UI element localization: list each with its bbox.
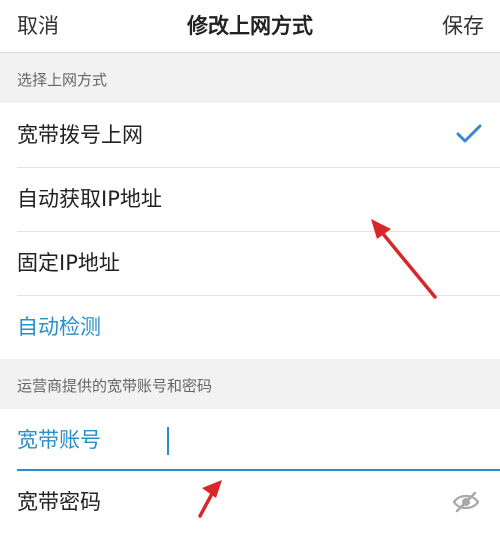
- option-pppoe-label: 宽带拨号上网: [17, 123, 143, 147]
- checkmark-icon: [456, 124, 482, 143]
- option-pppoe[interactable]: 宽带拨号上网: [0, 103, 500, 167]
- eye-slash-icon[interactable]: [452, 490, 480, 514]
- broadband-account-label: 宽带账号: [17, 428, 101, 452]
- text-cursor: [167, 427, 169, 455]
- section-header-broadband-credentials: 运营商提供的宽带账号和密码: [17, 377, 213, 395]
- broadband-account-field[interactable]: 宽带账号: [0, 409, 500, 471]
- broadband-password-field[interactable]: 宽带密码: [0, 471, 500, 533]
- credentials-list: 宽带账号 宽带密码: [0, 409, 500, 533]
- option-dhcp-label: 自动获取IP地址: [17, 187, 162, 211]
- save-button[interactable]: 保存: [442, 10, 484, 40]
- option-static-ip-label: 固定IP地址: [17, 251, 120, 275]
- auto-detect-label: 自动检测: [17, 315, 101, 339]
- top-navigation-bar: 取消 修改上网方式 保存: [0, 0, 500, 53]
- broadband-password-label: 宽带密码: [17, 490, 101, 514]
- red-arrow-icon: [371, 219, 437, 299]
- auto-detect-link[interactable]: 自动检测: [0, 295, 500, 359]
- red-arrow-icon: [198, 480, 222, 518]
- section-header-connection-type: 选择上网方式: [17, 71, 108, 89]
- page-title: 修改上网方式: [187, 14, 313, 38]
